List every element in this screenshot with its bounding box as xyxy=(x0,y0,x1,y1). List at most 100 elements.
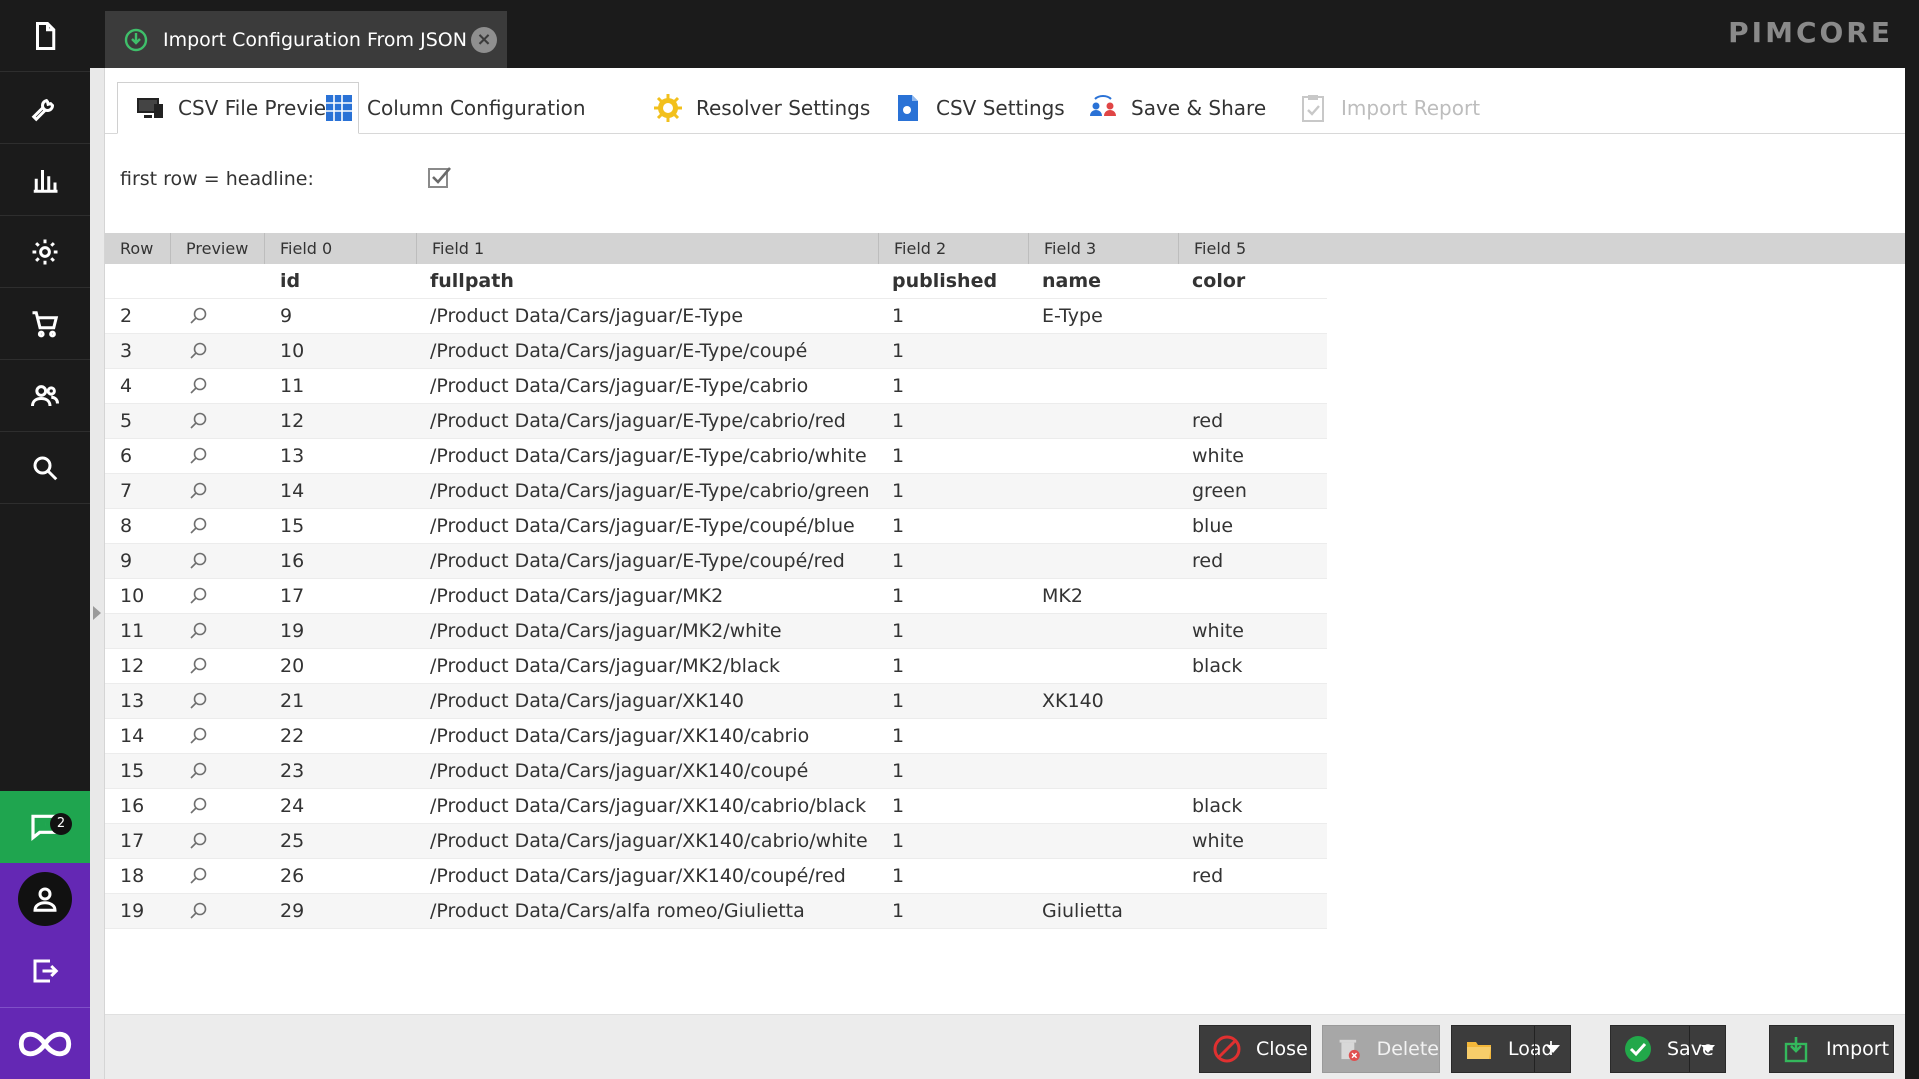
table-row[interactable]: 18 26/Product Data/Cars/jaguar/XK140/coup… xyxy=(105,859,1327,894)
cell-field2: 1 xyxy=(892,585,905,607)
cell-field5: color xyxy=(1192,270,1246,292)
chevron-down-icon xyxy=(1700,1045,1715,1053)
table-row[interactable]: 15 23/Product Data/Cars/jaguar/XK140/coup… xyxy=(105,754,1327,789)
table-row[interactable]: 2 9/Product Data/Cars/jaguar/E-Type 1 E-Typ… xyxy=(105,299,1327,334)
cell-field5: black xyxy=(1192,795,1243,817)
import-button-label: Import xyxy=(1826,1038,1890,1060)
preview-magnifier-icon[interactable] xyxy=(189,509,229,544)
cell-field3 xyxy=(1042,754,1182,789)
table-row-headline[interactable]: id fullpath published name color xyxy=(105,264,1327,299)
preview-magnifier-icon[interactable] xyxy=(189,334,229,369)
close-tab-icon[interactable]: × xyxy=(471,27,497,53)
first-row-headline-checkbox[interactable] xyxy=(427,164,453,190)
table-row[interactable]: 7 14/Product Data/Cars/jaguar/E-Type/cabr… xyxy=(105,474,1327,509)
cell-field1: /Product Data/Cars/jaguar/XK140/coupé xyxy=(430,760,809,782)
table-row[interactable]: 5 12/Product Data/Cars/jaguar/E-Type/cabr… xyxy=(105,404,1327,439)
cell-field1: /Product Data/Cars/jaguar/MK2/white xyxy=(430,620,782,642)
notifications-button[interactable]: 2 xyxy=(0,791,90,863)
cell-row: 12 xyxy=(120,655,145,677)
preview-magnifier-icon[interactable] xyxy=(189,544,229,579)
preview-magnifier-icon[interactable] xyxy=(189,754,229,789)
preview-magnifier-icon[interactable] xyxy=(189,579,229,614)
table-row[interactable]: 3 10/Product Data/Cars/jaguar/E-Type/coup… xyxy=(105,334,1327,369)
tab-save-share[interactable]: Save & Share xyxy=(1087,82,1266,134)
sidebar-item-ecommerce[interactable] xyxy=(0,288,90,360)
user-profile-button[interactable] xyxy=(0,863,90,935)
cell-row: 16 xyxy=(120,795,145,817)
panel-tab-import-config[interactable]: Import Configuration From JSON × xyxy=(105,11,507,68)
expand-arrow-icon[interactable] xyxy=(93,606,101,620)
preview-magnifier-icon[interactable] xyxy=(189,684,229,719)
import-button[interactable]: Import xyxy=(1769,1025,1894,1073)
cell-field0: 11 xyxy=(280,375,305,397)
cell-row: 2 xyxy=(120,305,133,327)
cell-field5 xyxy=(1192,334,1322,369)
column-header-field1[interactable]: Field 1 xyxy=(417,233,879,264)
table-row[interactable]: 10 17/Product Data/Cars/jaguar/MK2 1 MK2 xyxy=(105,579,1327,614)
table-row[interactable]: 16 24/Product Data/Cars/jaguar/XK140/cabr… xyxy=(105,789,1327,824)
table-row[interactable]: 8 15/Product Data/Cars/jaguar/E-Type/coup… xyxy=(105,509,1327,544)
column-header-field0[interactable]: Field 0 xyxy=(265,233,417,264)
preview-magnifier-icon[interactable] xyxy=(189,824,229,859)
table-row[interactable]: 12 20/Product Data/Cars/jaguar/MK2/black 1… xyxy=(105,649,1327,684)
cell-field3 xyxy=(1042,719,1182,754)
table-row[interactable]: 4 11/Product Data/Cars/jaguar/E-Type/cabr… xyxy=(105,369,1327,404)
cell-field1: /Product Data/Cars/jaguar/E-Type xyxy=(430,305,744,327)
preview-magnifier-icon[interactable] xyxy=(189,649,229,684)
pimcore-logo-button[interactable] xyxy=(0,1007,90,1079)
sidebar-item-documents[interactable] xyxy=(0,0,90,72)
table-row[interactable]: 9 16/Product Data/Cars/jaguar/E-Type/coup… xyxy=(105,544,1327,579)
save-button[interactable]: Save xyxy=(1610,1025,1726,1073)
cell-field5 xyxy=(1192,894,1322,929)
config-tabs: CSV File Preview Column Configuration Re… xyxy=(105,82,1905,134)
column-header-row[interactable]: Row xyxy=(105,233,171,264)
preview-magnifier-icon[interactable] xyxy=(189,894,229,929)
table-row[interactable]: 11 19/Product Data/Cars/jaguar/MK2/white 1… xyxy=(105,614,1327,649)
preview-magnifier-icon[interactable] xyxy=(189,369,229,404)
sidebar-item-users[interactable] xyxy=(0,360,90,432)
sidebar-item-search[interactable] xyxy=(0,432,90,504)
cell-field5: blue xyxy=(1192,515,1234,537)
column-header-field2[interactable]: Field 2 xyxy=(879,233,1029,264)
preview-magnifier-icon[interactable] xyxy=(189,299,229,334)
sidebar-item-tools[interactable] xyxy=(0,72,90,144)
collapse-strip[interactable] xyxy=(90,68,105,1079)
cell-field1: /Product Data/Cars/jaguar/XK140/coupé/re… xyxy=(430,865,846,887)
sidebar-bottom: 2 xyxy=(0,791,90,1079)
save-options-dropdown[interactable] xyxy=(1689,1026,1725,1072)
table-row[interactable]: 6 13/Product Data/Cars/jaguar/E-Type/cabr… xyxy=(105,439,1327,474)
preview-magnifier-icon[interactable] xyxy=(189,859,229,894)
cell-field2: published xyxy=(892,270,998,292)
logout-button[interactable] xyxy=(0,935,90,1007)
cell-field2: 1 xyxy=(892,445,905,467)
cell-field2: 1 xyxy=(892,865,905,887)
sidebar-item-reports[interactable] xyxy=(0,144,90,216)
table-row[interactable]: 14 22/Product Data/Cars/jaguar/XK140/cabr… xyxy=(105,719,1327,754)
delete-button[interactable]: Delete xyxy=(1322,1025,1440,1073)
tab-resolver-settings[interactable]: Resolver Settings xyxy=(652,82,870,134)
column-header-field5[interactable]: Field 5 xyxy=(1179,233,1329,264)
table-row[interactable]: 13 21/Product Data/Cars/jaguar/XK140 1 XK14… xyxy=(105,684,1327,719)
preview-magnifier-icon[interactable] xyxy=(189,404,229,439)
cell-field3 xyxy=(1042,404,1182,439)
preview-magnifier-icon[interactable] xyxy=(189,789,229,824)
chevron-down-icon xyxy=(1545,1045,1560,1053)
preview-magnifier-icon[interactable] xyxy=(189,614,229,649)
bar-chart-icon xyxy=(33,169,58,193)
preview-magnifier-icon[interactable] xyxy=(189,474,229,509)
preview-magnifier-icon[interactable] xyxy=(189,719,229,754)
sidebar-item-settings[interactable] xyxy=(0,216,90,288)
cell-field0: 26 xyxy=(280,865,305,887)
table-row[interactable]: 17 25/Product Data/Cars/jaguar/XK140/cabr… xyxy=(105,824,1327,859)
table-row[interactable]: 19 29/Product Data/Cars/alfa romeo/Giulie… xyxy=(105,894,1327,929)
tab-csv-settings[interactable]: CSV Settings xyxy=(892,82,1065,134)
column-header-preview[interactable]: Preview xyxy=(171,233,265,264)
preview-magnifier-icon[interactable] xyxy=(189,439,229,474)
tab-column-configuration[interactable]: Column Configuration xyxy=(323,82,586,134)
cell-field3: Giulietta xyxy=(1042,900,1123,922)
cell-field5 xyxy=(1192,369,1322,404)
column-header-field3[interactable]: Field 3 xyxy=(1029,233,1179,264)
load-button[interactable]: Load xyxy=(1451,1025,1571,1073)
close-button[interactable]: Close xyxy=(1199,1025,1311,1073)
load-options-dropdown[interactable] xyxy=(1534,1026,1570,1072)
